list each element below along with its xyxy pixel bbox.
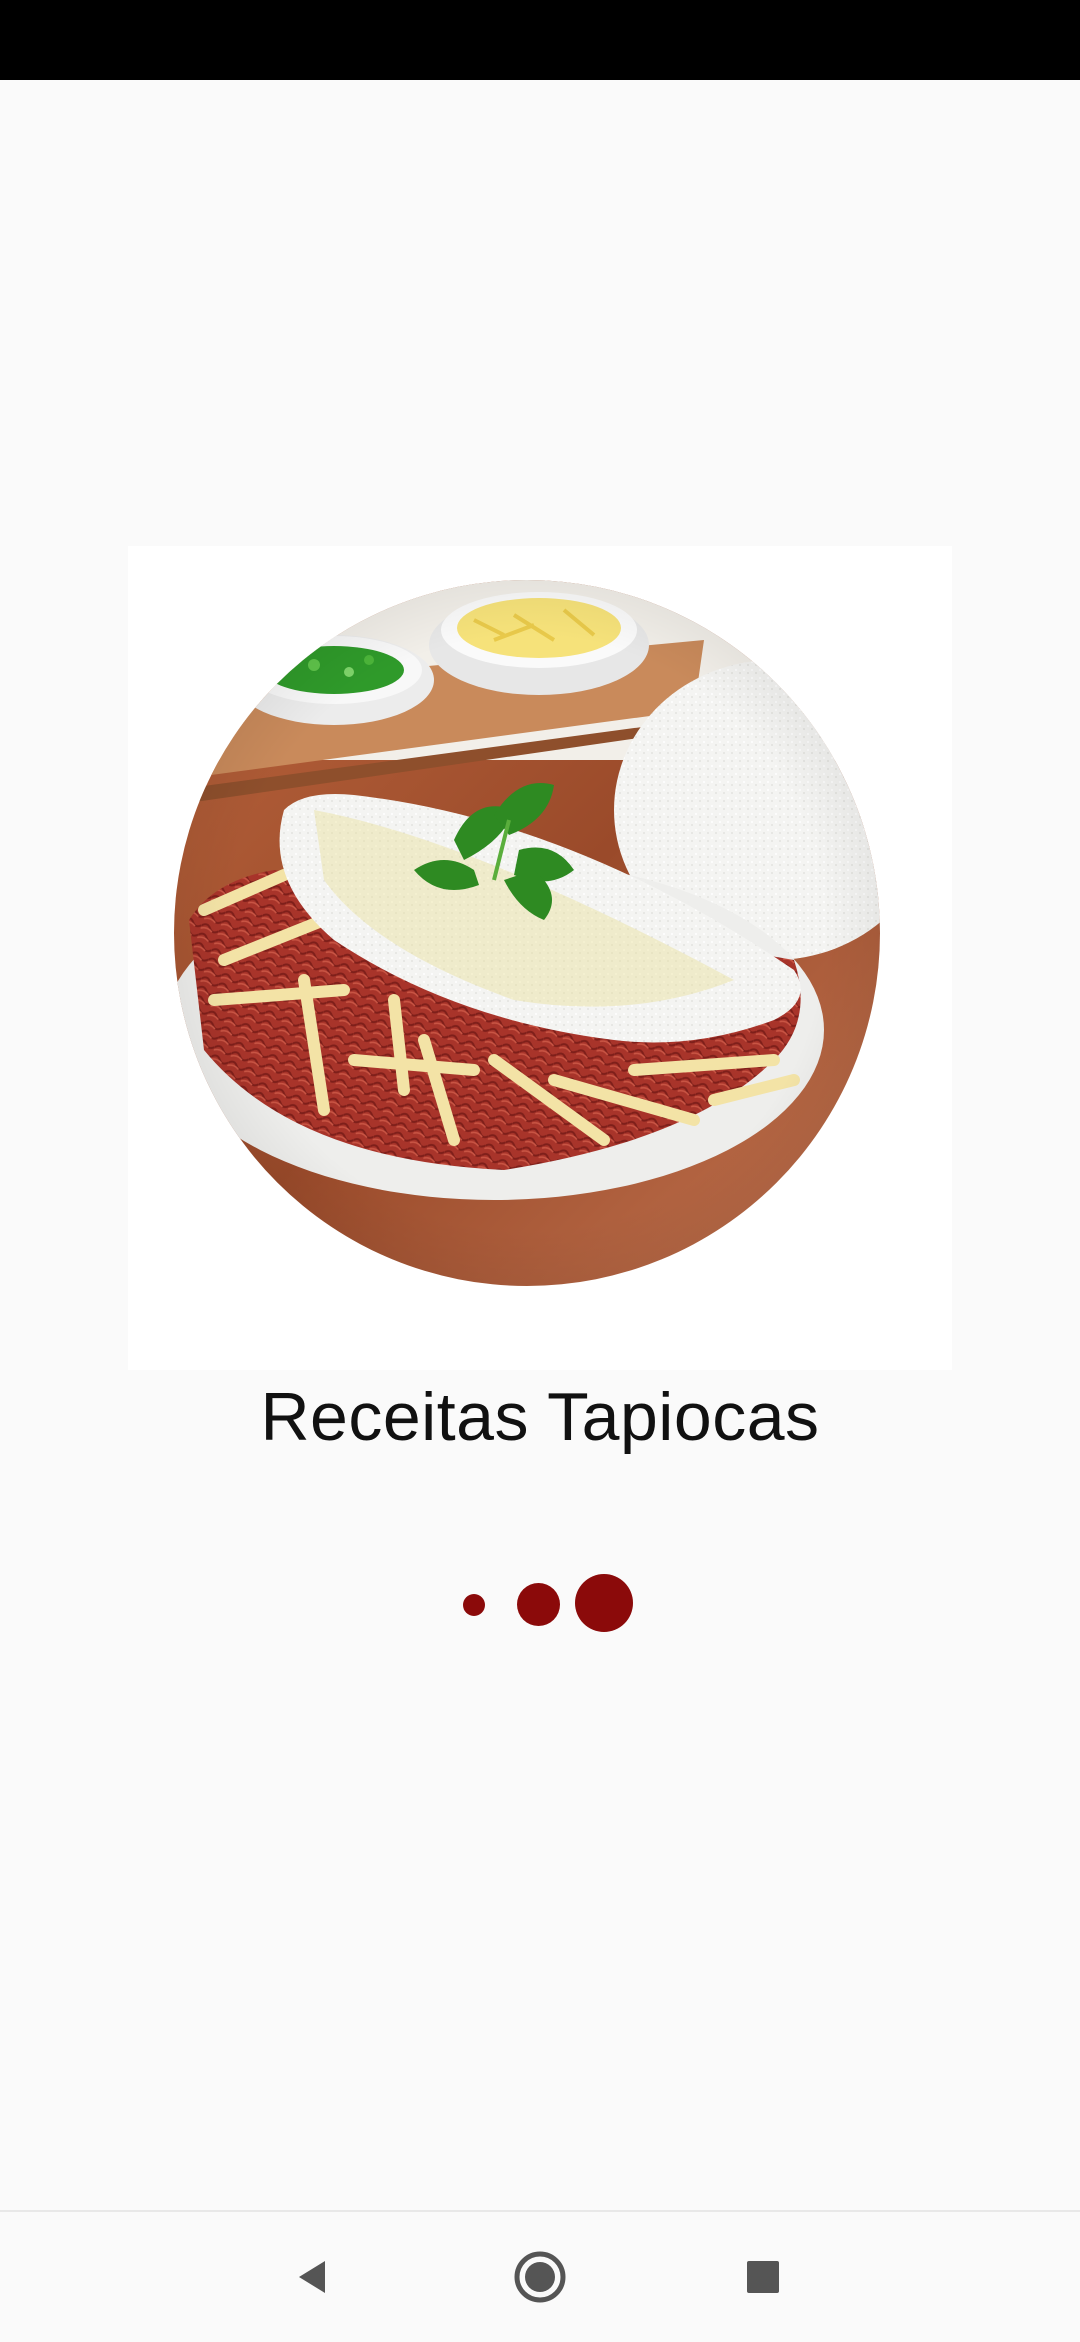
app-title: Receitas Tapiocas <box>260 1379 820 1455</box>
home-circle-icon[interactable] <box>505 2242 575 2312</box>
loading-indicator <box>0 1574 1080 1634</box>
system-navigation-bar <box>0 2210 1080 2342</box>
status-bar <box>0 0 1080 80</box>
loading-dot-large <box>575 1574 633 1632</box>
loading-dot-medium <box>517 1583 560 1626</box>
recents-square-icon[interactable] <box>728 2242 798 2312</box>
tapioca-photo <box>174 580 880 1286</box>
loading-dot-small <box>463 1594 485 1616</box>
hero-image-card <box>128 546 952 1370</box>
back-triangle-icon[interactable] <box>278 2242 348 2312</box>
